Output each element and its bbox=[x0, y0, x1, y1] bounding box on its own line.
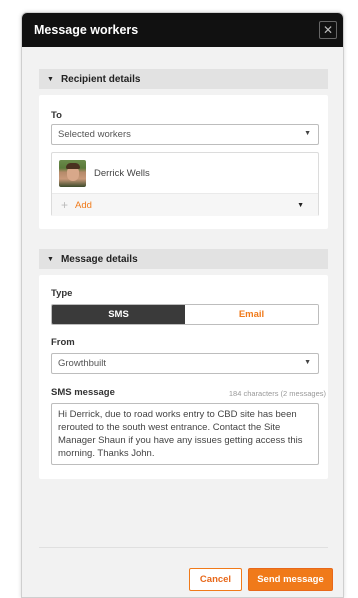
message-type-toggle: SMS Email bbox=[51, 304, 319, 325]
type-option-email[interactable]: Email bbox=[185, 305, 318, 324]
recipient-select[interactable]: Selected workers ▼ bbox=[51, 124, 319, 145]
caret-down-icon: ▼ bbox=[47, 75, 54, 83]
cancel-button[interactable]: Cancel bbox=[189, 568, 242, 591]
chevron-down-icon: ▼ bbox=[304, 359, 311, 366]
add-worker-button[interactable]: + Add ▼ bbox=[52, 193, 318, 216]
caret-down-icon: ▼ bbox=[47, 255, 54, 263]
worker-row: Derrick Wells bbox=[52, 153, 318, 193]
from-label: From bbox=[51, 337, 75, 348]
message-workers-modal: Message workers ✕ ▼ Recipient details To… bbox=[21, 12, 344, 598]
section-title-recipient: Recipient details bbox=[60, 73, 141, 85]
chevron-down-icon: ▼ bbox=[304, 130, 311, 137]
selected-workers-box: Derrick Wells + Add ▼ bbox=[51, 152, 319, 216]
from-select[interactable]: Growthbuilt ▼ bbox=[51, 353, 319, 374]
send-message-button[interactable]: Send message bbox=[248, 568, 333, 591]
plus-icon: + bbox=[61, 198, 69, 212]
worker-name: Derrick Wells bbox=[94, 167, 150, 179]
modal-header: Message workers ✕ bbox=[22, 13, 343, 47]
caret-down-icon: ▼ bbox=[297, 202, 304, 209]
type-option-sms[interactable]: SMS bbox=[52, 305, 185, 324]
from-select-value: Growthbuilt bbox=[58, 358, 107, 369]
character-count: 184 characters (2 messages) bbox=[228, 389, 326, 398]
type-label: Type bbox=[51, 288, 73, 299]
to-label: To bbox=[51, 110, 62, 121]
message-card: Type SMS Email From Growthbuilt ▼ SMS me… bbox=[39, 275, 328, 479]
section-header-message[interactable]: ▼ Message details bbox=[39, 249, 328, 269]
add-label: Add bbox=[75, 199, 92, 211]
recipient-card: To Selected workers ▼ Derrick Wells + Ad… bbox=[39, 95, 328, 229]
avatar bbox=[59, 159, 86, 187]
section-header-recipient[interactable]: ▼ Recipient details bbox=[39, 69, 328, 89]
recipient-select-value: Selected workers bbox=[58, 129, 131, 140]
footer-divider bbox=[39, 547, 328, 548]
modal-title: Message workers bbox=[34, 23, 139, 37]
section-title-message: Message details bbox=[60, 253, 138, 265]
sms-message-label: SMS message bbox=[51, 387, 115, 398]
sms-message-textarea[interactable]: Hi Derrick, due to road works entry to C… bbox=[51, 403, 319, 465]
close-icon[interactable]: ✕ bbox=[319, 21, 337, 39]
